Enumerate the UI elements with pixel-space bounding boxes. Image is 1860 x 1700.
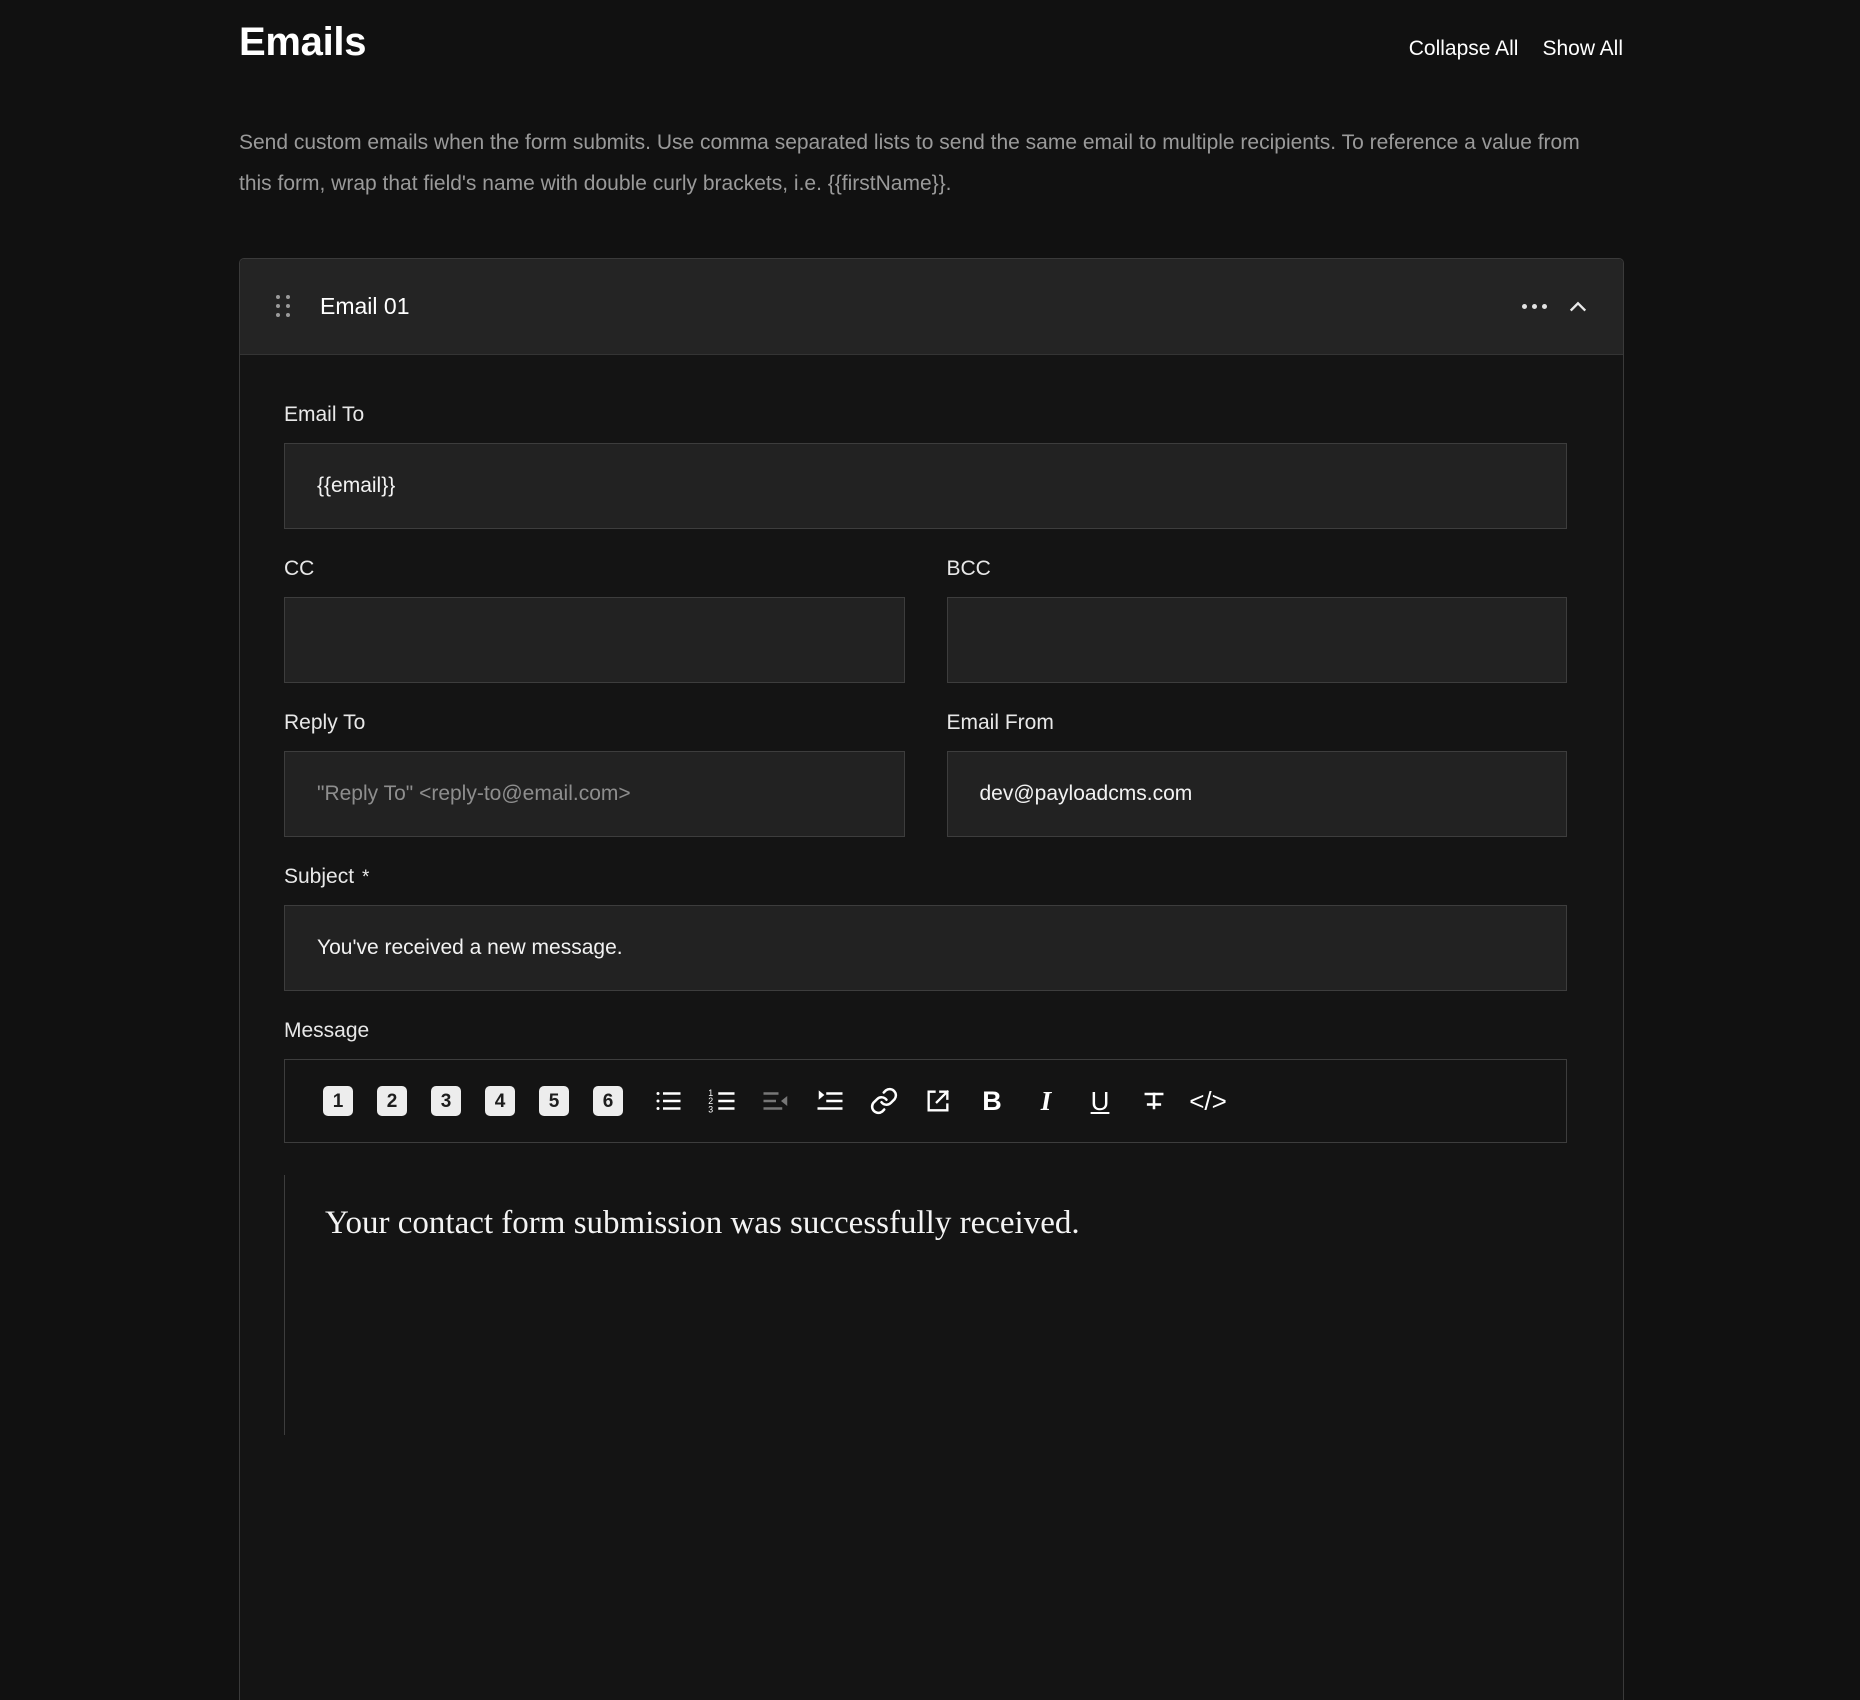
drag-handle-icon[interactable] bbox=[276, 294, 294, 319]
email-to-label: Email To bbox=[284, 403, 365, 426]
page-header: Emails Collapse All Show All bbox=[239, 22, 1623, 62]
heading-3-label: 3 bbox=[431, 1086, 461, 1116]
external-link-icon[interactable] bbox=[911, 1074, 965, 1128]
more-options-icon[interactable] bbox=[1512, 298, 1557, 315]
collapse-all-button[interactable]: Collapse All bbox=[1409, 37, 1519, 61]
heading-5-label: 5 bbox=[539, 1086, 569, 1116]
richtext-paragraph: Your contact form submission was success… bbox=[325, 1205, 1080, 1241]
bold-label: B bbox=[982, 1085, 1002, 1116]
show-all-button[interactable]: Show All bbox=[1542, 37, 1623, 61]
link-icon[interactable] bbox=[857, 1074, 911, 1128]
heading-6-button[interactable]: 6 bbox=[581, 1074, 635, 1128]
cc-label: CC bbox=[284, 557, 315, 580]
heading-2-label: 2 bbox=[377, 1086, 407, 1116]
reply-to-input[interactable] bbox=[284, 751, 905, 837]
email-row-card: Email 01 Email To CC bbox=[239, 258, 1624, 1700]
field-message: Message 1 2 3 4 5 6 1 2 3 B I U </> Your… bbox=[284, 1019, 1567, 1435]
heading-3-button[interactable]: 3 bbox=[419, 1074, 473, 1128]
email-card-title: Email 01 bbox=[320, 293, 410, 319]
subject-label-text: Subject bbox=[284, 865, 355, 888]
header-actions: Collapse All Show All bbox=[1409, 37, 1623, 61]
required-marker: * bbox=[362, 867, 370, 888]
heading-4-label: 4 bbox=[485, 1086, 515, 1116]
heading-1-label: 1 bbox=[323, 1086, 353, 1116]
code-label: </> bbox=[1189, 1086, 1227, 1116]
subject-label: Subject * bbox=[284, 865, 1567, 889]
heading-6-label: 6 bbox=[593, 1086, 623, 1116]
email-from-label: Email From bbox=[946, 711, 1054, 734]
outdent-icon bbox=[749, 1074, 803, 1128]
heading-1-button[interactable]: 1 bbox=[311, 1074, 365, 1128]
bullet-list-icon[interactable] bbox=[641, 1074, 695, 1128]
svg-text:3: 3 bbox=[708, 1104, 713, 1114]
email-from-input[interactable] bbox=[946, 751, 1567, 837]
italic-icon[interactable]: I bbox=[1019, 1074, 1073, 1128]
reply-to-label: Reply To bbox=[284, 711, 366, 734]
replyto-emailfrom-row: Reply To Email From bbox=[284, 711, 1567, 865]
heading-2-button[interactable]: 2 bbox=[365, 1074, 419, 1128]
field-subject: Subject * bbox=[284, 865, 1567, 991]
field-bcc: BCC bbox=[946, 557, 1567, 683]
cc-input[interactable] bbox=[284, 597, 905, 683]
code-icon[interactable]: </> bbox=[1181, 1074, 1235, 1128]
indent-icon[interactable] bbox=[803, 1074, 857, 1128]
richtext-toolbar: 1 2 3 4 5 6 1 2 3 B I U </> bbox=[284, 1059, 1567, 1143]
page-title: Emails bbox=[239, 20, 367, 64]
bcc-input[interactable] bbox=[946, 597, 1567, 683]
underline-icon[interactable]: U bbox=[1073, 1074, 1127, 1128]
email-to-input[interactable] bbox=[284, 443, 1567, 529]
bold-icon[interactable]: B bbox=[965, 1074, 1019, 1128]
field-email-to: Email To bbox=[284, 403, 1567, 529]
strikethrough-icon[interactable] bbox=[1127, 1074, 1181, 1128]
field-reply-to: Reply To bbox=[284, 711, 905, 837]
cc-bcc-row: CC BCC bbox=[284, 557, 1567, 711]
page-description: Send custom emails when the form submits… bbox=[239, 131, 1580, 195]
underline-label: U bbox=[1090, 1086, 1110, 1116]
message-label: Message bbox=[284, 1019, 370, 1042]
email-card-header[interactable]: Email 01 bbox=[240, 259, 1623, 355]
ordered-list-icon[interactable]: 1 2 3 bbox=[695, 1074, 749, 1128]
email-card-body: Email To CC BCC Reply To bbox=[240, 355, 1623, 1435]
heading-5-button[interactable]: 5 bbox=[527, 1074, 581, 1128]
subject-input[interactable] bbox=[284, 905, 1567, 991]
field-email-from: Email From bbox=[946, 711, 1567, 837]
italic-label: I bbox=[1040, 1085, 1052, 1116]
emails-settings-page: Emails Collapse All Show All Send custom… bbox=[0, 0, 1860, 1700]
bcc-label: BCC bbox=[946, 557, 991, 580]
field-cc: CC bbox=[284, 557, 905, 683]
chevron-up-icon[interactable] bbox=[1557, 290, 1599, 324]
richtext-editor-body[interactable]: Your contact form submission was success… bbox=[284, 1175, 1567, 1435]
heading-4-button[interactable]: 4 bbox=[473, 1074, 527, 1128]
